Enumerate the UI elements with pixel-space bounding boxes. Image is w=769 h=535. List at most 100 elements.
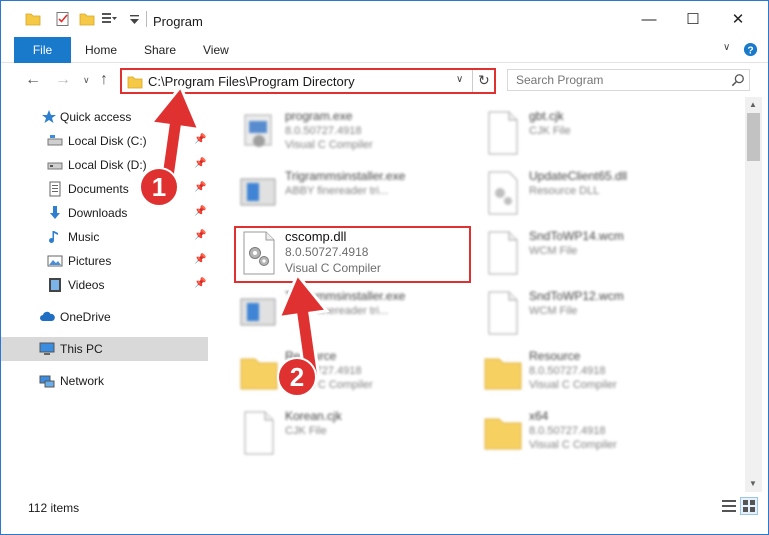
title-divider — [146, 11, 147, 27]
svg-text:?: ? — [747, 45, 753, 56]
refresh-icon[interactable]: ↻ — [478, 72, 490, 89]
installer-icon — [240, 178, 276, 206]
expand-ribbon-icon[interactable]: ∨ — [723, 42, 730, 53]
up-button[interactable]: ↑ — [100, 71, 108, 89]
sidebar-item-label: Network — [60, 374, 105, 388]
scroll-down-icon[interactable]: ▼ — [749, 479, 757, 488]
address-row: ← → ∨ ↑ C:\Program Files\Program Directo… — [1, 63, 768, 97]
download-icon — [50, 206, 60, 219]
large-icons-view-icon[interactable] — [740, 497, 758, 515]
file-item[interactable]: SndToWP14.wcm WCM File — [483, 227, 723, 285]
close-button[interactable]: ✕ — [715, 1, 761, 37]
file-item[interactable]: Trigrammsinstaller.exe ABBY finereader t… — [239, 167, 479, 225]
file-type: WCM File — [529, 305, 578, 317]
file-name: program.exe — [285, 109, 353, 123]
file-description: ABBY finereader tri... — [285, 185, 389, 197]
pin-icon: 📌 — [194, 278, 207, 289]
sidebar-item-music[interactable]: Music 📌 — [1, 225, 208, 249]
file-description: Visual C Compiler — [529, 379, 617, 391]
scroll-thumb[interactable] — [747, 113, 760, 161]
back-button[interactable]: ← — [25, 71, 41, 89]
file-icon — [488, 111, 518, 155]
sidebar-item-label: Videos — [68, 278, 105, 292]
tab-home[interactable]: Home — [71, 37, 131, 63]
title-bar: Program — ☐ ✕ — [1, 1, 768, 37]
recent-locations-button[interactable]: ∨ — [83, 75, 90, 86]
file-item[interactable]: program.exe 8.0.50727.4918 Visual C Comp… — [239, 107, 479, 165]
file-item[interactable]: Resource 8.0.50727.4918 Visual C Compile… — [483, 347, 723, 405]
step-2-badge: 2 — [277, 357, 317, 397]
close-icon: ✕ — [731, 11, 745, 28]
cloud-icon — [40, 311, 55, 321]
sidebar-item-label: OneDrive — [60, 310, 111, 324]
file-description: Visual C Compiler — [285, 139, 373, 151]
search-icon[interactable] — [731, 73, 745, 87]
scroll-up-icon[interactable]: ▲ — [749, 100, 757, 109]
file-name: SndToWP14.wcm — [529, 229, 624, 243]
dll-gear-icon — [488, 171, 518, 215]
computer-icon — [39, 342, 55, 355]
minimize-button[interactable]: — — [626, 1, 672, 37]
ribbon-tabs: File Home Share View ∨ ? — [1, 37, 768, 63]
address-dropdown-icon[interactable]: ∨ — [456, 74, 463, 85]
file-version: 8.0.50727.4918 — [529, 425, 606, 437]
search-input[interactable] — [508, 70, 728, 90]
window-title: Program — [153, 14, 203, 29]
tab-view[interactable]: View — [189, 37, 243, 63]
exe-icon — [244, 114, 272, 147]
sidebar-item-label: Downloads — [68, 206, 128, 220]
file-version: 8.0.50727.4918 — [285, 125, 362, 137]
file-type: CJK File — [529, 125, 571, 137]
sidebar-item-label: Pictures — [68, 254, 112, 268]
details-view-icon[interactable] — [721, 498, 737, 514]
maximize-button[interactable]: ☐ — [670, 1, 716, 37]
sidebar-item-label: Music — [68, 230, 100, 244]
file-item[interactable]: gbt.cjk CJK File — [483, 107, 723, 165]
sidebar-item-label: Documents — [68, 182, 129, 196]
chevron-down-icon[interactable] — [127, 11, 143, 27]
customize-toolbar-icon[interactable] — [101, 11, 117, 27]
properties-icon[interactable] — [55, 11, 71, 27]
file-name: x64 — [529, 409, 549, 423]
file-explorer-window: Program — ☐ ✕ File Home Share View ∨ ? ←… — [0, 0, 769, 535]
help-icon[interactable]: ? — [743, 42, 758, 57]
file-icon — [488, 231, 518, 275]
file-icon — [244, 411, 274, 455]
sidebar-item-network[interactable]: Network — [1, 369, 208, 393]
new-folder-icon[interactable] — [79, 11, 95, 27]
vertical-scrollbar[interactable]: ▲ ▼ — [745, 97, 762, 492]
search-box[interactable] — [507, 69, 750, 91]
music-icon — [49, 231, 58, 243]
videos-icon — [49, 278, 61, 292]
star-icon — [42, 110, 56, 123]
network-icon — [39, 375, 55, 388]
forward-button[interactable]: → — [55, 71, 71, 89]
sidebar-item-videos[interactable]: Videos 📌 — [1, 273, 208, 297]
sidebar-item-this-pc[interactable]: This PC — [1, 337, 208, 361]
step-1-badge: 1 — [139, 167, 179, 207]
drive-icon — [47, 135, 63, 146]
file-type: CJK File — [285, 425, 327, 437]
file-item[interactable]: UpdateClient65.dll Resource DLL — [483, 167, 723, 225]
minimize-icon: — — [641, 10, 657, 28]
sidebar-item-downloads[interactable]: Downloads 📌 — [1, 201, 208, 225]
folder-icon — [25, 13, 41, 26]
file-name: UpdateClient65.dll — [529, 169, 628, 183]
file-name: Korean.cjk — [285, 409, 342, 423]
pin-icon: 📌 — [194, 254, 207, 265]
file-version: 8.0.50727.4918 — [529, 365, 606, 377]
maximize-icon: ☐ — [686, 11, 700, 28]
file-item[interactable]: x64 8.0.50727.4918 Visual C Compiler — [483, 407, 723, 465]
sidebar-item-onedrive[interactable]: OneDrive — [1, 305, 208, 329]
sidebar-item-label: Quick access — [60, 110, 132, 124]
file-item[interactable]: Korean.cjk CJK File — [239, 407, 479, 465]
tab-file[interactable]: File — [14, 37, 71, 63]
file-item[interactable]: SndToWP12.wcm WCM File — [483, 287, 723, 345]
documents-icon — [49, 181, 61, 197]
pin-icon: 📌 — [194, 230, 207, 241]
file-name: gbt.cjk — [529, 109, 564, 123]
item-count: 112 items — [28, 501, 80, 515]
sidebar-item-pictures[interactable]: Pictures 📌 — [1, 249, 208, 273]
tab-share[interactable]: Share — [130, 37, 190, 63]
sidebar-item-label: This PC — [60, 342, 103, 356]
